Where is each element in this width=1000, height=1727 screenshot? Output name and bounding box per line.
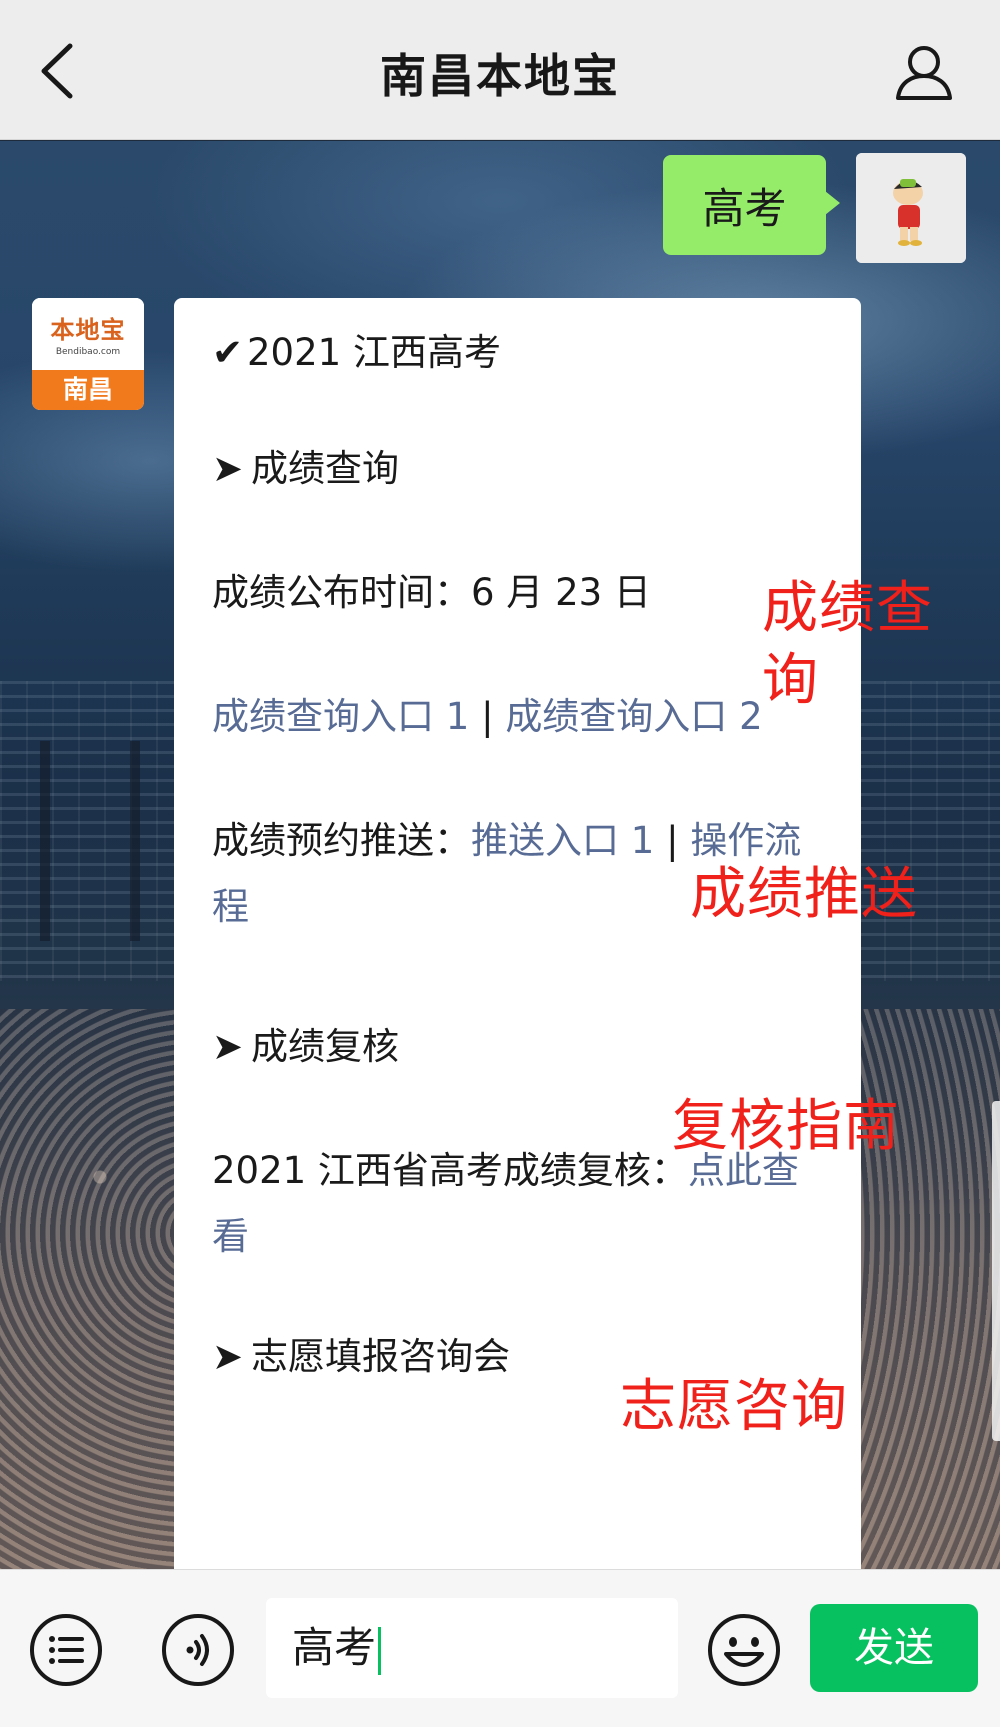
message-input-value: 高考: [292, 1623, 377, 1672]
query-link-2[interactable]: 成绩查询入口 2: [505, 695, 762, 738]
annotation-score-push: 成绩推送: [690, 862, 918, 927]
annotation-volunteer-consult: 志愿咨询: [620, 1374, 848, 1439]
section-title: 成绩复核: [251, 1025, 400, 1068]
user-icon[interactable]: [892, 40, 956, 104]
logo-url: Bendibao.com: [55, 347, 121, 357]
release-line: 成绩公布时间：6 月 23 日: [212, 560, 827, 626]
bot-avatar[interactable]: 本地宝 Bendibao.com 南昌: [32, 298, 144, 410]
arrow-icon: ➤: [212, 1335, 244, 1378]
voice-icon[interactable]: [160, 1612, 236, 1688]
review-label: 2021 江西省高考成绩复核：: [212, 1149, 688, 1192]
section-title: 志愿填报咨询会: [251, 1335, 511, 1378]
send-button[interactable]: 发送: [810, 1604, 978, 1692]
input-bar: 高考 发送: [0, 1569, 1000, 1727]
push-link[interactable]: 推送入口 1: [471, 819, 654, 862]
query-links: 成绩查询入口 1 | 成绩查询入口 2: [212, 684, 827, 750]
text-caret: [378, 1626, 382, 1675]
release-date: 6 月 23 日: [471, 571, 651, 614]
separator: |: [654, 819, 691, 862]
separator: |: [469, 695, 506, 738]
background-tower: [40, 741, 50, 941]
nav-bar: 南昌本地宝: [0, 0, 1000, 140]
edge-tab: [992, 1101, 1000, 1441]
list-icon[interactable]: [28, 1612, 104, 1688]
cartoon-avatar-icon: [856, 153, 966, 263]
query-link-1[interactable]: 成绩查询入口 1: [212, 695, 469, 738]
sent-message-bubble[interactable]: 高考: [663, 155, 840, 255]
my-avatar[interactable]: [856, 153, 966, 263]
logo-text: 本地宝: [50, 315, 126, 344]
section-heading: ➤ 成绩复核: [212, 1014, 827, 1080]
arrow-icon: ➤: [212, 447, 244, 490]
message-input[interactable]: 高考: [266, 1598, 678, 1698]
release-label: 成绩公布时间：: [212, 571, 471, 614]
push-label: 成绩预约推送：: [212, 819, 471, 862]
section-heading: ➤ 成绩查询: [212, 436, 827, 502]
background-tower: [130, 741, 140, 941]
arrow-icon: ➤: [212, 1025, 244, 1068]
section-title: 成绩查询: [251, 447, 400, 490]
logo-city: 南昌: [32, 370, 144, 410]
logo-top: 本地宝 Bendibao.com: [32, 298, 144, 370]
headline-text: 2021 江西高考: [247, 331, 501, 374]
emoji-icon[interactable]: [706, 1612, 782, 1688]
chat-area[interactable]: 高考 本地宝 Bendibao.com 南昌 ✔ 2021 江西高考 ➤ 成绩查询 …: [0, 141, 1000, 1569]
reply-headline: ✔ 2021 江西高考: [212, 320, 827, 386]
checkmark-icon: ✔: [212, 331, 244, 374]
annotation-score-query: 成绩查询: [762, 576, 933, 713]
page-title: 南昌本地宝: [380, 49, 620, 103]
annotation-review-guide: 复核指南: [672, 1094, 900, 1159]
